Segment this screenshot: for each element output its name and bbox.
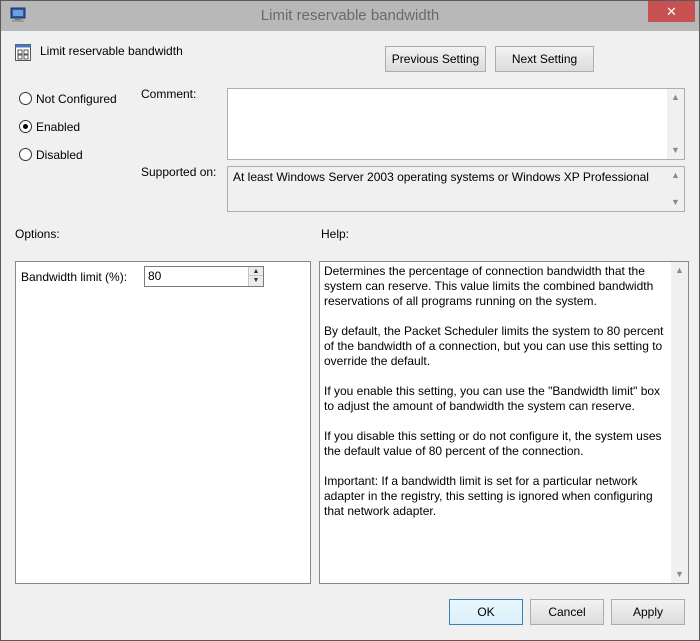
options-heading: Options: [15, 227, 60, 241]
comment-label: Comment: [141, 87, 197, 101]
supported-on-label: Supported on: [141, 165, 217, 179]
spin-up-icon[interactable]: ▲ [249, 267, 263, 276]
previous-setting-button[interactable]: Previous Setting [385, 46, 486, 72]
supported-scrollbar[interactable]: ▲ ▼ [667, 167, 684, 211]
comment-scrollbar[interactable]: ▲ ▼ [667, 89, 684, 159]
scroll-down-icon[interactable]: ▼ [667, 194, 684, 211]
scroll-up-icon[interactable]: ▲ [667, 167, 684, 184]
supported-on-field: At least Windows Server 2003 operating s… [227, 166, 685, 212]
scroll-up-icon[interactable]: ▲ [667, 89, 684, 106]
dialog-window: Limit reservable bandwidth ✕ Limit reser… [0, 0, 700, 641]
close-icon: ✕ [666, 4, 677, 19]
window-title: Limit reservable bandwidth [260, 7, 440, 24]
close-button[interactable]: ✕ [648, 1, 695, 22]
bandwidth-limit-label: Bandwidth limit (%): [21, 270, 128, 284]
help-paragraph: Important: If a bandwidth limit is set f… [324, 474, 653, 518]
cancel-button[interactable]: Cancel [530, 599, 604, 625]
radio-circle[interactable] [19, 148, 32, 161]
next-setting-button[interactable]: Next Setting [495, 46, 594, 72]
scroll-up-icon[interactable]: ▲ [671, 262, 688, 279]
help-scrollbar[interactable]: ▲ ▼ [671, 262, 688, 583]
supported-on-value: At least Windows Server 2003 operating s… [233, 170, 649, 184]
help-heading: Help: [321, 227, 350, 241]
bandwidth-spinner[interactable]: ▲ ▼ [248, 267, 263, 286]
bandwidth-limit-value: 80 [148, 269, 162, 283]
help-panel: Determines the percentage of connection … [319, 261, 689, 584]
help-paragraph: If you disable this setting or do not co… [324, 429, 662, 458]
radio-circle-selected[interactable] [19, 120, 32, 133]
help-paragraph: By default, the Packet Scheduler limits … [324, 324, 664, 368]
spin-down-icon[interactable]: ▼ [249, 276, 263, 285]
radio-circle[interactable] [19, 92, 32, 105]
help-paragraph: Determines the percentage of connection … [324, 264, 654, 308]
help-paragraph: If you enable this setting, you can use … [324, 384, 661, 413]
options-panel: Bandwidth limit (%): 80 ▲ ▼ [15, 261, 311, 584]
dialog-client: Limit reservable bandwidth Previous Sett… [8, 31, 692, 635]
title-bar[interactable]: Limit reservable bandwidth ✕ [1, 1, 699, 31]
radio-label: Enabled [36, 120, 81, 134]
scroll-down-icon[interactable]: ▼ [671, 566, 688, 583]
radio-label: Not Configured [36, 92, 117, 106]
policy-setting-icon [15, 44, 31, 61]
bandwidth-limit-input[interactable]: 80 ▲ ▼ [144, 266, 264, 287]
radio-label: Disabled [36, 148, 83, 162]
apply-button[interactable]: Apply [611, 599, 685, 625]
scroll-down-icon[interactable]: ▼ [667, 142, 684, 159]
help-text: Determines the percentage of connection … [324, 264, 670, 534]
comment-textarea[interactable]: ▲ ▼ [227, 88, 685, 160]
setting-title: Limit reservable bandwidth [40, 44, 183, 58]
ok-button[interactable]: OK [449, 599, 523, 625]
